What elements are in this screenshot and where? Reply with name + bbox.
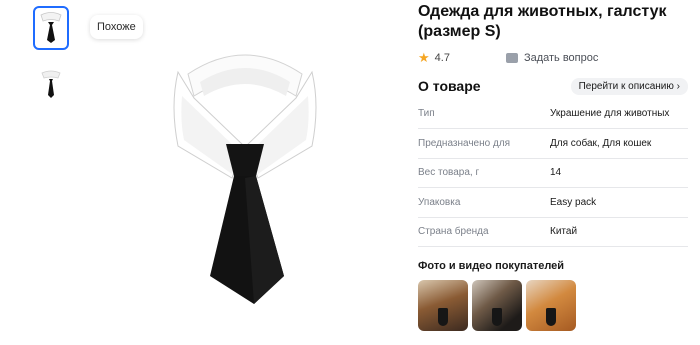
thumbnail-collar-tie[interactable] xyxy=(33,6,69,50)
chevron-right-icon: › xyxy=(676,80,680,92)
spec-key: Тип xyxy=(418,99,550,129)
tie-icon xyxy=(492,308,502,327)
goto-description-label: Перейти к описанию xyxy=(578,80,674,92)
spec-key: Упаковка xyxy=(418,187,550,218)
spec-value: Easy pack xyxy=(550,187,688,218)
spec-key: Страна бренда xyxy=(418,217,550,247)
spec-row: Тип Украшение для животных xyxy=(418,99,688,129)
spec-value: Украшение для животных xyxy=(550,99,688,129)
ask-question-link[interactable]: Задать вопрос xyxy=(524,52,598,64)
spec-value: Китай xyxy=(550,217,688,247)
spec-value: 14 xyxy=(550,158,688,188)
spec-row: Предназначено для Для собак, Для кошек xyxy=(418,128,688,159)
product-meta: ★ 4.7 Задать вопрос xyxy=(418,50,688,66)
customer-photos xyxy=(418,280,688,331)
tie-icon xyxy=(546,308,556,327)
customer-photo[interactable] xyxy=(418,280,468,331)
thumbnail-tie-alt[interactable] xyxy=(33,63,69,107)
rating-value[interactable]: 4.7 xyxy=(435,52,450,64)
customer-photo[interactable] xyxy=(526,280,576,331)
specs-table: Тип Украшение для животных Предназначено… xyxy=(418,99,688,247)
customer-photos-title: Фото и видео покупателей xyxy=(418,260,565,272)
spec-key: Вес товара, г xyxy=(418,158,550,188)
question-icon xyxy=(505,53,518,63)
spec-row: Вес товара, г 14 xyxy=(418,158,688,188)
star-icon: ★ xyxy=(418,50,430,65)
goto-description-button[interactable]: Перейти к описанию › xyxy=(570,77,688,95)
spec-row: Страна бренда Китай xyxy=(418,217,688,247)
tie-icon xyxy=(438,308,448,327)
spec-key: Предназначено для xyxy=(418,128,550,159)
thumbnail-list xyxy=(33,6,73,120)
spec-row: Упаковка Easy pack xyxy=(418,187,688,218)
customer-photo[interactable] xyxy=(472,280,522,331)
about-title: О товаре xyxy=(418,78,481,94)
about-header: О товаре Перейти к описанию › xyxy=(418,76,688,96)
spec-value: Для собак, Для кошек xyxy=(550,128,688,159)
product-image xyxy=(160,36,330,306)
product-info: Одежда для животных, галстук (размер S) … xyxy=(418,0,688,331)
product-title: Одежда для животных, галстук (размер S) xyxy=(418,3,667,40)
similar-button[interactable]: Похоже xyxy=(90,15,143,39)
